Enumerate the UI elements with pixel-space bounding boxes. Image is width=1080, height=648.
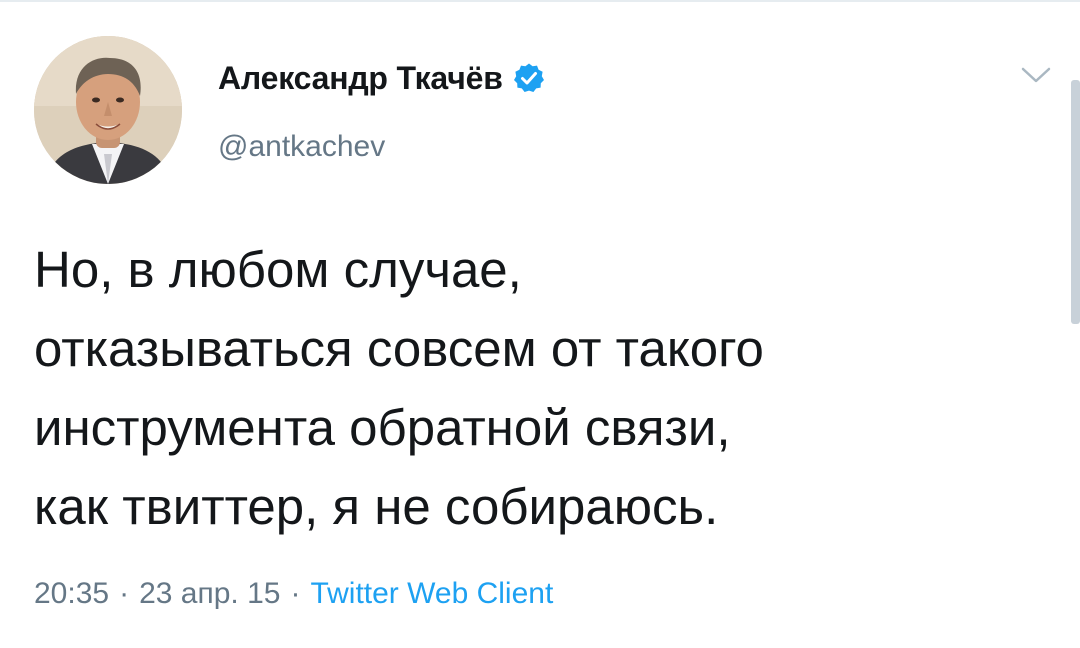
chevron-down-icon xyxy=(1021,67,1051,83)
avatar[interactable] xyxy=(34,36,182,184)
tweet-time[interactable]: 20:35 xyxy=(34,577,109,611)
tweet-text-line: Но, в любом случае, xyxy=(34,241,522,298)
tweet-card: Александр Ткачёв @antkachev Но, в любом … xyxy=(0,0,1080,648)
author-handle[interactable]: @antkachev xyxy=(218,130,385,164)
verified-badge-icon xyxy=(513,63,544,92)
tweet-menu-button[interactable] xyxy=(1014,60,1058,90)
author-name-row: Александр Ткачёв xyxy=(218,58,545,98)
author-display-name[interactable]: Александр Ткачёв xyxy=(218,60,503,97)
tweet-source-link[interactable]: Twitter Web Client xyxy=(310,577,553,611)
meta-separator: · xyxy=(119,577,130,610)
tweet-text-line: инструмента обратной связи, xyxy=(34,399,731,456)
tweet-text: Но, в любом случае, отказываться совсем … xyxy=(34,230,1044,546)
tweet-date[interactable]: 23 апр. 15 xyxy=(139,577,280,611)
tweet-text-line: отказываться совсем от такого xyxy=(34,320,764,377)
scrollbar[interactable] xyxy=(1071,80,1080,324)
avatar-photo xyxy=(34,36,182,184)
meta-separator: · xyxy=(290,577,301,610)
tweet-text-line: как твиттер, я не собираюсь. xyxy=(34,478,719,535)
tweet-meta: 20:35 · 23 апр. 15 · Twitter Web Client xyxy=(34,574,553,614)
